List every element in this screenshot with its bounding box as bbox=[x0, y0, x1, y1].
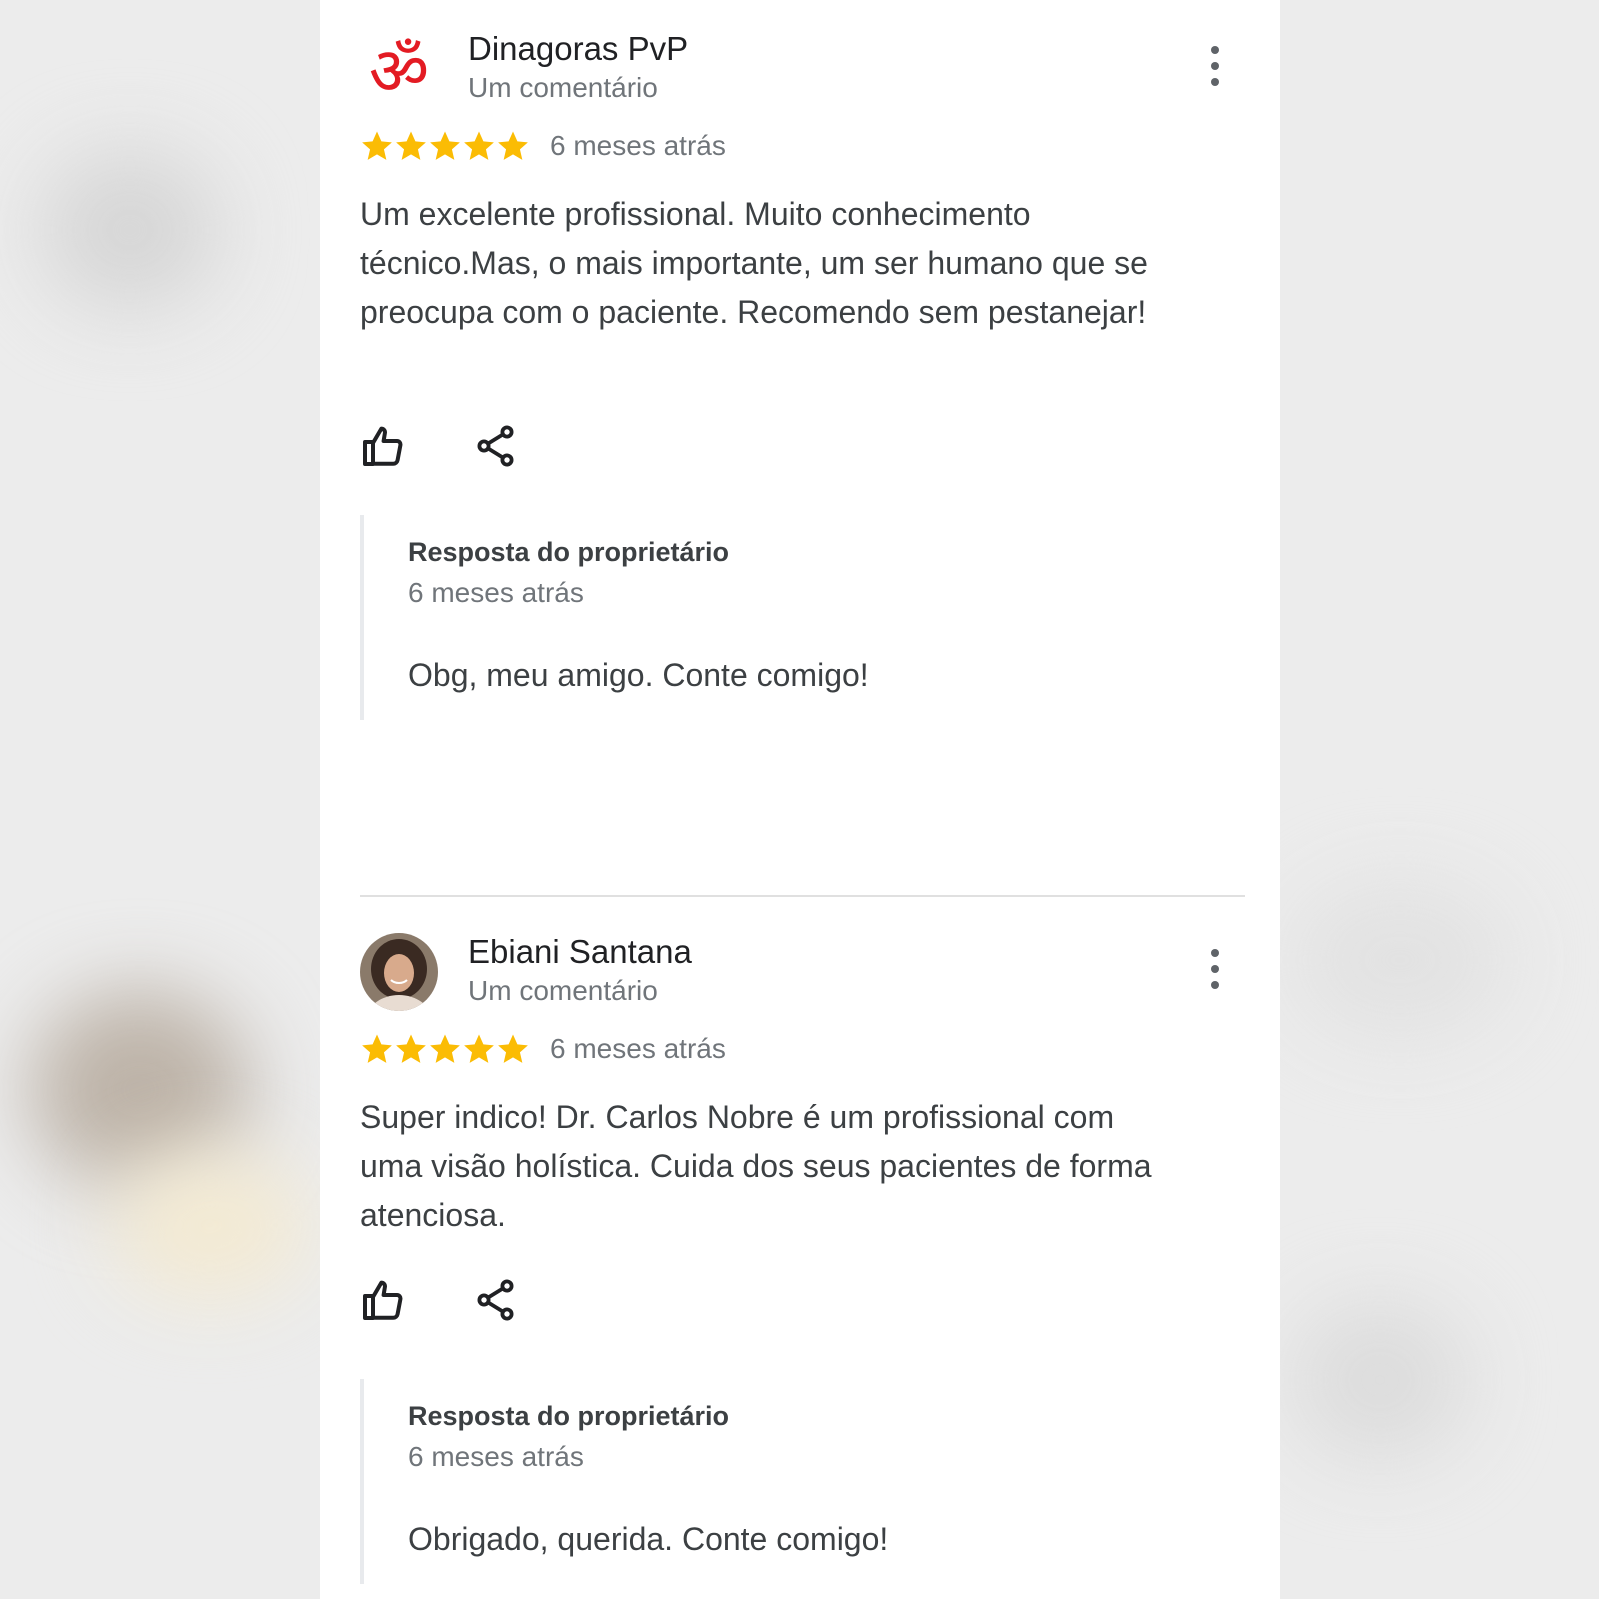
reviewer-name[interactable]: Dinagoras PvP bbox=[468, 30, 688, 68]
owner-reply-text: Obg, meu amigo. Conte comigo! bbox=[408, 657, 869, 693]
review-text: Um excelente profissional. Muito conheci… bbox=[360, 196, 1148, 330]
owner-reply-title: Resposta do proprietário bbox=[408, 537, 730, 567]
star-icon bbox=[498, 131, 528, 160]
background-blur bbox=[1290, 1300, 1470, 1460]
background-blur bbox=[40, 150, 220, 310]
share-icon[interactable] bbox=[472, 422, 520, 470]
owner-reply-date: 6 meses atrás bbox=[408, 1441, 584, 1472]
thumbs-up-icon[interactable] bbox=[360, 1276, 408, 1324]
star-icon bbox=[498, 1034, 528, 1063]
svg-text:ॐ: ॐ bbox=[369, 33, 429, 108]
owner-reply: Resposta do proprietário 6 meses atrás O… bbox=[360, 1379, 1224, 1584]
divider bbox=[360, 895, 1245, 897]
reviewer-meta: Um comentário bbox=[468, 975, 658, 1006]
review-text: Super indico! Dr. Carlos Nobre é um prof… bbox=[360, 1099, 1152, 1233]
star-icon bbox=[464, 1034, 494, 1063]
star-icon bbox=[430, 1034, 460, 1063]
review-date: 6 meses atrás bbox=[550, 130, 726, 161]
more-options-icon[interactable] bbox=[1205, 46, 1225, 86]
star-icon bbox=[396, 131, 426, 160]
owner-reply-text: Obrigado, querida. Conte comigo! bbox=[408, 1521, 889, 1557]
rating-row: 6 meses atrás bbox=[360, 126, 726, 166]
star-rating bbox=[360, 129, 530, 163]
review-actions bbox=[360, 1276, 520, 1324]
review-actions bbox=[360, 422, 520, 470]
rating-row: 6 meses atrás bbox=[360, 1029, 726, 1069]
profile-photo bbox=[360, 933, 438, 1011]
reviewer-name[interactable]: Ebiani Santana bbox=[468, 933, 692, 971]
owner-reply: Resposta do proprietário 6 meses atrás O… bbox=[360, 515, 1224, 720]
om-symbol-icon: ॐ bbox=[369, 33, 429, 108]
owner-reply-date: 6 meses atrás bbox=[408, 577, 584, 608]
star-rating bbox=[360, 1032, 530, 1066]
avatar[interactable] bbox=[360, 933, 438, 1011]
more-options-icon[interactable] bbox=[1205, 949, 1225, 989]
background-blur bbox=[110, 1150, 310, 1300]
star-icon bbox=[362, 131, 392, 160]
owner-reply-title: Resposta do proprietário bbox=[408, 1401, 730, 1431]
reviews-panel: ॐ Dinagoras PvP Um comentário 6 meses at… bbox=[320, 0, 1280, 1599]
avatar[interactable]: ॐ bbox=[360, 30, 438, 108]
star-icon bbox=[464, 131, 494, 160]
star-icon bbox=[362, 1034, 392, 1063]
review-date: 6 meses atrás bbox=[550, 1033, 726, 1064]
thumbs-up-icon[interactable] bbox=[360, 422, 408, 470]
reviewer-meta: Um comentário bbox=[468, 72, 658, 103]
share-icon[interactable] bbox=[472, 1276, 520, 1324]
star-icon bbox=[396, 1034, 426, 1063]
star-icon bbox=[430, 131, 460, 160]
background-blur bbox=[1290, 880, 1510, 1040]
